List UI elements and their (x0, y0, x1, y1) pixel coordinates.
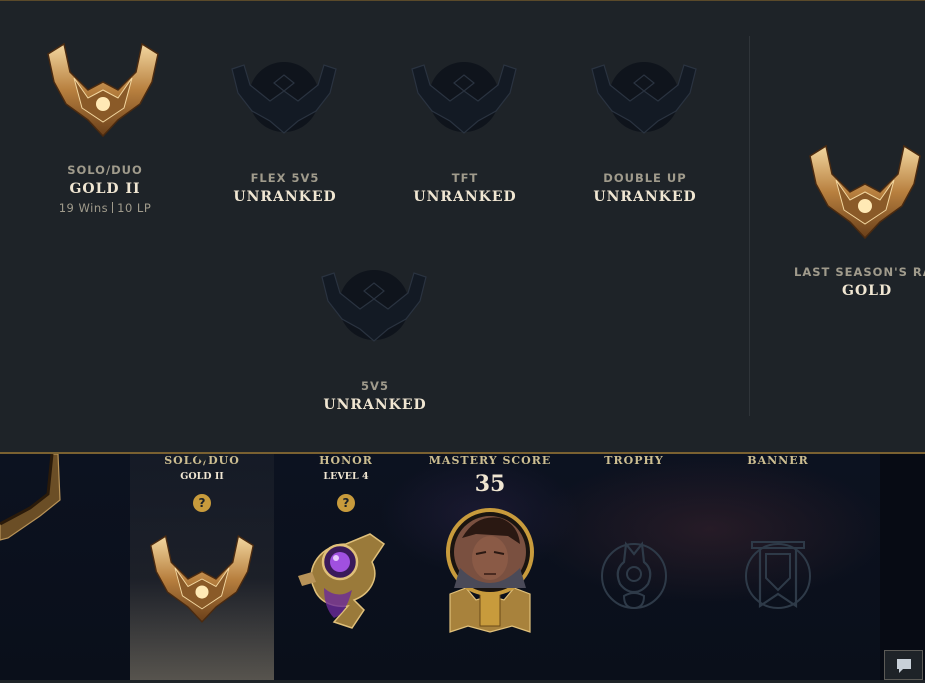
profile-showcase: SOLO/DUO GOLD II ? HONOR LEVEL 4 ? MASTE… (0, 454, 925, 680)
rank-card-solo-duo[interactable]: SOLO/DUO GOLD II 19 Wins 10 LP (40, 163, 170, 215)
rank-card-tft[interactable]: TFT UNRANKED (400, 171, 530, 205)
champion-portrait-icon (446, 508, 534, 638)
separator (112, 202, 114, 213)
queue-label: TFT (451, 171, 479, 185)
unranked-emblem-icon (590, 61, 698, 139)
tier-label: GOLD (842, 283, 893, 299)
unranked-emblem-icon (410, 61, 518, 139)
gold-rank-emblem-icon (806, 144, 924, 244)
queue-label: LAST SEASON'S RANK (794, 265, 925, 279)
showcase-honor[interactable]: HONOR LEVEL 4 (274, 454, 418, 482)
column-heading: TROPHY (604, 454, 664, 467)
queue-label: FLEX 5V5 (250, 171, 320, 185)
showcase-trophy[interactable]: TROPHY (562, 454, 706, 467)
lp-label: 10 LP (117, 201, 152, 215)
gold-rank-emblem-icon (147, 534, 257, 628)
wins-label: 19 Wins (58, 201, 109, 215)
tier-label: UNRANKED (413, 189, 517, 205)
rank-card-double-up[interactable]: DOUBLE UP UNRANKED (580, 171, 710, 205)
banner-outline-icon (742, 538, 814, 618)
column-subheading: GOLD II (180, 471, 224, 482)
queue-label: DOUBLE UP (603, 171, 687, 185)
queue-label: 5V5 (361, 379, 389, 393)
help-icon[interactable]: ? (193, 494, 211, 512)
column-subheading: LEVEL 4 (323, 471, 369, 482)
rank-card-flex[interactable]: FLEX 5V5 UNRANKED (220, 171, 350, 205)
rank-card-5v5[interactable]: 5V5 UNRANKED (310, 379, 440, 413)
help-icon[interactable]: ? (337, 494, 355, 512)
gold-rank-emblem-icon (44, 42, 162, 142)
side-panel (880, 454, 925, 680)
tier-label: UNRANKED (323, 397, 427, 413)
wins-lp: 19 Wins 10 LP (40, 201, 170, 215)
showcase-banner[interactable]: BANNER (706, 454, 850, 467)
column-heading: BANNER (747, 454, 809, 467)
vertical-divider (749, 36, 750, 416)
ranked-panel: SOLO/DUO GOLD II 19 Wins 10 LP FLEX 5V5 U… (0, 1, 925, 452)
rank-card-last-season[interactable]: LAST SEASON'S RANK GOLD (794, 265, 925, 299)
column-heading: MASTERY SCORE (428, 454, 552, 467)
chat-bubble-icon (897, 659, 911, 673)
queue-label: SOLO/DUO (67, 163, 143, 177)
mastery-score-value: 35 (474, 471, 506, 497)
unranked-emblem-icon (320, 269, 428, 347)
unranked-emblem-icon (230, 61, 338, 139)
chat-button[interactable] (884, 650, 923, 680)
background-glow (530, 454, 890, 604)
tier-label: GOLD II (69, 181, 141, 197)
frame-decoration-icon (0, 454, 64, 548)
tier-label: UNRANKED (233, 189, 337, 205)
column-heading: HONOR (319, 454, 373, 467)
showcase-mastery-score[interactable]: MASTERY SCORE 35 (418, 454, 562, 497)
selection-pointer (195, 454, 211, 463)
trophy-outline-icon (598, 536, 670, 620)
tier-label: UNRANKED (593, 189, 697, 205)
honor-emblem-icon (294, 528, 386, 636)
